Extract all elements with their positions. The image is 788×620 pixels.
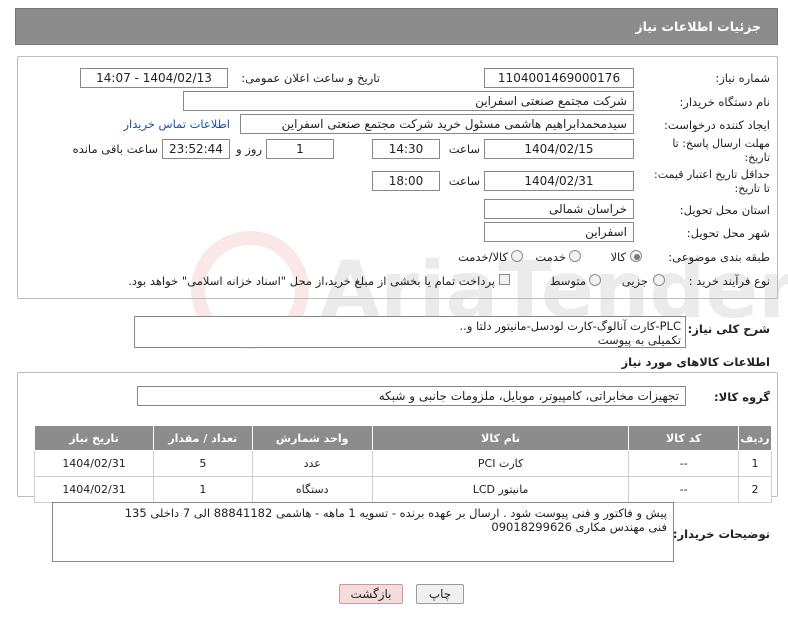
cell-name: مانیتور LCD [371, 476, 630, 503]
process-label: نوع فرآیند خرید : [688, 274, 770, 288]
buyer-notes-line-1: پیش و فاکتور و فنی پیوست شود . ارسال بر … [124, 506, 667, 520]
col-row: ردیف [738, 425, 772, 451]
goods-group-field[interactable]: تجهیزات مخابراتی، کامپیوتر، موبایل، ملزو… [137, 386, 686, 406]
deadline-time-field[interactable]: 14:30 [372, 139, 440, 159]
buyer-notes-box[interactable]: پیش و فاکتور و فنی پیوست شود . ارسال بر … [52, 502, 674, 562]
col-name: نام کالا [371, 425, 630, 451]
category-service-radio[interactable] [569, 250, 581, 262]
creator-label: ایجاد کننده درخواست: [664, 118, 770, 132]
table-row: 2 -- مانیتور LCD دستگاه 1 1404/02/31 [33, 476, 772, 503]
description-line-1: PLC-کارت آنالوگ-کارت لودسل-مانیتور دلتا … [459, 319, 681, 333]
buyer-notes-label: توضیحات خریدار: [672, 527, 770, 541]
buyer-notes-line-2: فنی مهندس مکاری 09018299626 [491, 520, 667, 534]
cell-unit: عدد [251, 450, 373, 477]
cell-qty: 1 [153, 476, 253, 503]
price-time-field[interactable]: 18:00 [372, 171, 440, 191]
items-table-header: ردیف کد کالا نام کالا واحد شمارش تعداد /… [33, 425, 772, 451]
category-service-label: خدمت [535, 250, 566, 264]
col-date: تاریخ نیاز [33, 425, 155, 451]
process-medium-radio[interactable] [589, 274, 601, 286]
col-code: کد کالا [628, 425, 740, 451]
need-number-label: شماره نیاز: [715, 71, 770, 85]
cell-date: 1404/02/31 [33, 450, 155, 477]
cell-qty: 5 [153, 450, 253, 477]
page-header: جزئیات اطلاعات نیاز [15, 8, 778, 45]
process-minor-label: جزیی [621, 274, 648, 288]
remaining-time-field[interactable]: 23:52:44 [162, 139, 230, 159]
print-button[interactable]: چاپ [416, 584, 464, 604]
cell-unit: دستگاه [251, 476, 373, 503]
cell-code: -- [628, 476, 740, 503]
deadline-time-label: ساعت [448, 142, 480, 156]
deadline-label-2: تاریخ: [744, 151, 770, 164]
remaining-label: ساعت باقی مانده [72, 142, 158, 156]
deadline-label-1: مهلت ارسال پاسخ: تا [672, 137, 770, 150]
buyer-org-field[interactable]: شرکت مجتمع صنعتی اسفراین [183, 91, 634, 111]
need-number-field[interactable]: 1104001469000176 [484, 68, 634, 88]
items-table: ردیف کد کالا نام کالا واحد شمارش تعداد /… [33, 425, 772, 503]
goods-section-title: اطلاعات کالاهای مورد نیاز [621, 355, 770, 369]
category-goods-label: کالا [610, 250, 626, 264]
days-label: روز و [236, 142, 262, 156]
process-medium-label: متوسط [549, 274, 586, 288]
announce-field[interactable]: 1404/02/13 - 14:07 [80, 68, 228, 88]
col-qty: تعداد / مقدار [153, 425, 253, 451]
price-validity-label-2: تا تاریخ: [734, 182, 770, 195]
description-line-2: تکمیلی به پیوست [597, 333, 681, 347]
category-label: طبقه بندی موضوعی: [668, 250, 770, 264]
table-row: 1 -- کارت PCI عدد 5 1404/02/31 [33, 450, 772, 477]
description-box[interactable]: PLC-کارت آنالوگ-کارت لودسل-مانیتور دلتا … [134, 316, 686, 348]
city-field[interactable]: اسفراین [484, 222, 634, 242]
price-time-label: ساعت [448, 174, 480, 188]
treasury-payment-checkbox[interactable] [499, 274, 510, 285]
contact-buyer-link[interactable]: اطلاعات تماس خریدار [110, 117, 230, 131]
category-goods-radio[interactable] [630, 250, 642, 262]
category-goods-service-radio[interactable] [511, 250, 523, 262]
category-goods-service-label: کالا/خدمت [457, 250, 508, 264]
creator-field[interactable]: سیدمحمدابراهیم هاشمی مسئول خرید شرکت مجت… [240, 114, 634, 134]
cell-row: 2 [738, 476, 772, 503]
payment-note: پرداخت تمام یا بخشی از مبلغ خرید،از محل … [128, 274, 495, 288]
buyer-org-label: نام دستگاه خریدار: [679, 95, 770, 109]
page-title: جزئیات اطلاعات نیاز [635, 19, 761, 34]
province-label: استان محل تحویل: [679, 203, 770, 217]
cell-date: 1404/02/31 [33, 476, 155, 503]
cell-code: -- [628, 450, 740, 477]
description-label: شرح کلی نیاز: [687, 322, 770, 336]
back-button[interactable]: بازگشت [339, 584, 403, 604]
col-unit: واحد شمارش [251, 425, 373, 451]
days-field[interactable]: 1 [266, 139, 334, 159]
goods-group-label: گروه کالا: [714, 390, 770, 404]
province-field[interactable]: خراسان شمالی [484, 199, 634, 219]
city-label: شهر محل تحویل: [686, 226, 770, 240]
price-validity-label-1: حداقل تاریخ اعتبار قیمت: [654, 168, 770, 181]
process-minor-radio[interactable] [653, 274, 665, 286]
announce-label: تاریخ و ساعت اعلان عمومی: [241, 71, 380, 85]
price-date-field[interactable]: 1404/02/31 [484, 171, 634, 191]
cell-row: 1 [738, 450, 772, 477]
deadline-date-field[interactable]: 1404/02/15 [484, 139, 634, 159]
cell-name: کارت PCI [371, 450, 630, 477]
